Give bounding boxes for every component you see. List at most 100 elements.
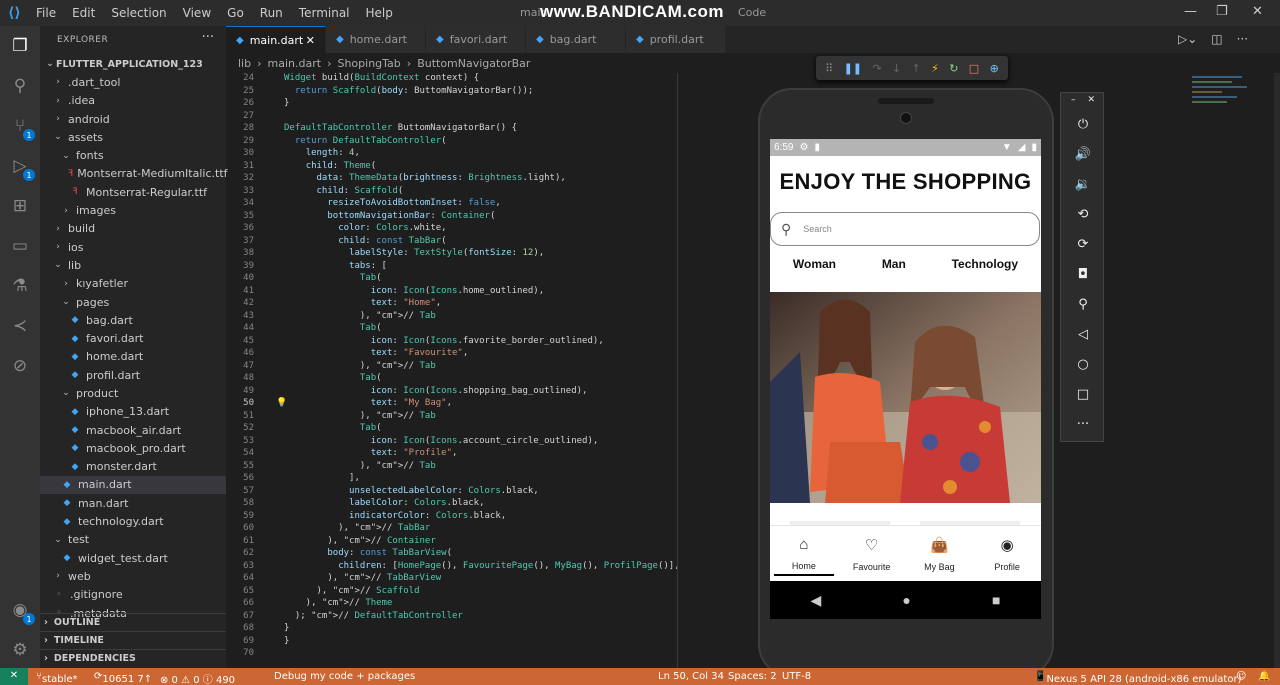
remote-explorer-icon[interactable]: ▭ xyxy=(8,234,32,258)
search-icon[interactable]: ⚲ xyxy=(8,74,32,98)
code-line[interactable]: 52 Tab( xyxy=(226,423,686,436)
code-line[interactable]: 26} xyxy=(226,98,686,111)
code-line[interactable]: 65 ), "cm">// Scaffold xyxy=(226,586,686,599)
code-line[interactable]: 67 ); "cm">// DefaultTabController xyxy=(226,611,686,624)
step-into-icon[interactable]: ↓ xyxy=(892,62,901,75)
code-line[interactable]: 50 text: "My Bag", 💡 xyxy=(226,398,686,411)
step-out-icon[interactable]: ↑ xyxy=(912,62,921,75)
nav-profile[interactable]: ◉ Profile xyxy=(977,528,1037,576)
code-line[interactable]: 66 ), "cm">// Theme xyxy=(226,598,686,611)
remote-icon[interactable]: ✕ xyxy=(0,668,28,685)
tab-bag[interactable]: ◆ bag.dart xyxy=(526,26,626,53)
code-line[interactable]: 54 text: "Profile", xyxy=(226,448,686,461)
overview-nav-icon[interactable]: □ xyxy=(1061,387,1105,402)
code-line[interactable]: 64 ), "cm">// TabBarView xyxy=(226,573,686,586)
code-line[interactable]: 62 body: const TabBarView( xyxy=(226,548,686,561)
code-line[interactable]: 44 Tab( xyxy=(226,323,686,336)
tree-folder[interactable]: › .dart_tool xyxy=(40,73,226,91)
sync-status[interactable]: ⟳ 10651 7↑ xyxy=(94,671,152,685)
recents-icon[interactable]: ■ xyxy=(992,592,1000,608)
code-line[interactable]: 42 text: "Home", xyxy=(226,298,686,311)
encoding-status[interactable]: UTF-8 xyxy=(782,671,811,682)
step-over-icon[interactable]: ↷ xyxy=(872,62,881,75)
code-line[interactable]: 37 child: const TabBar( xyxy=(226,236,686,249)
rotate-right-icon[interactable]: ⟳ xyxy=(1061,237,1105,252)
drag-handle-icon[interactable]: ⠿ xyxy=(825,62,833,75)
code-line[interactable]: 53 icon: Icon(Icons.account_circle_outli… xyxy=(226,436,686,449)
tree-file[interactable]: ◆ macbook_pro.dart xyxy=(40,439,226,457)
code-line[interactable]: 29 return DefaultTabController( xyxy=(226,136,686,149)
nav-my-bag[interactable]: 👜 My Bag xyxy=(909,528,969,576)
code-line[interactable]: 58 labelColor: Colors.black, xyxy=(226,498,686,511)
device-status[interactable]: 📱 Nexus 5 API 28 (android-x86 emulator) xyxy=(1034,671,1241,685)
tab-profil[interactable]: ◆ profil.dart xyxy=(626,26,726,53)
tree-folder[interactable]: ⌄ assets xyxy=(40,128,226,146)
zoom-icon[interactable]: ⚲ xyxy=(1061,297,1105,312)
extensions-icon[interactable]: ⊞ xyxy=(8,194,32,218)
tab-woman[interactable]: Woman xyxy=(793,257,836,277)
code-line[interactable]: 55 ), "cm">// Tab xyxy=(226,461,686,474)
maximize-button[interactable]: ❐ xyxy=(1216,4,1228,19)
tree-folder[interactable]: › images xyxy=(40,201,226,219)
code-line[interactable]: 25 return Scaffold(body: ButtomNavigator… xyxy=(226,86,686,99)
close-window-button[interactable]: ✕ xyxy=(1252,4,1263,19)
settings-gear-icon[interactable]: ⚙ xyxy=(8,638,32,662)
tree-file[interactable]: ꟻ Montserrat-Regular.ttf xyxy=(40,183,226,201)
tree-file[interactable]: ◆ bag.dart xyxy=(40,311,226,329)
dependencies-section[interactable]: › DEPENDENCIES xyxy=(40,649,226,667)
menu-help[interactable]: Help xyxy=(358,6,401,20)
tree-file[interactable]: ◦ .gitignore xyxy=(40,586,226,604)
tab-man[interactable]: Man xyxy=(882,257,906,277)
split-editor-icon[interactable]: ◫ xyxy=(1211,32,1222,46)
breadcrumb-item[interactable]: lib xyxy=(238,57,251,70)
nav-favourite[interactable]: ♡ Favourite xyxy=(842,528,902,576)
tree-folder[interactable]: ⌄ fonts xyxy=(40,146,226,164)
project-root[interactable]: ⌄ FLUTTER_APPLICATION_123 xyxy=(40,55,226,73)
devtools-icon[interactable]: ⊕ xyxy=(990,62,999,75)
code-line[interactable]: 69} xyxy=(226,636,686,649)
menu-go[interactable]: Go xyxy=(219,6,252,20)
fashion-banner-image[interactable] xyxy=(770,292,1041,503)
tree-file[interactable]: ◆ macbook_air.dart xyxy=(40,421,226,439)
git-graph-icon[interactable]: ⊘ xyxy=(8,354,32,378)
timeline-section[interactable]: › TIMELINE xyxy=(40,631,226,649)
tree-folder[interactable]: › ios xyxy=(40,238,226,256)
code-line[interactable]: 41 icon: Icon(Icons.home_outlined), xyxy=(226,286,686,299)
volume-up-icon[interactable]: 🔊 xyxy=(1061,147,1105,162)
tree-folder[interactable]: › .idea xyxy=(40,92,226,110)
code-line[interactable]: 46 text: "Favourite", xyxy=(226,348,686,361)
flutter-icon[interactable]: ≺ xyxy=(8,314,32,338)
code-line[interactable]: 70 xyxy=(226,648,686,661)
menu-view[interactable]: View xyxy=(175,6,219,20)
stop-icon[interactable]: □ xyxy=(969,62,979,75)
testing-icon[interactable]: ⚗ xyxy=(8,274,32,298)
code-line[interactable]: 68} xyxy=(226,623,686,636)
code-line[interactable]: 33 child: Scaffold( xyxy=(226,186,686,199)
minimize-button[interactable]: — xyxy=(1184,4,1197,19)
tab-home[interactable]: ◆ home.dart xyxy=(326,26,426,53)
tree-file[interactable]: ◆ widget_test.dart xyxy=(40,549,226,567)
tree-file[interactable]: ◆ iphone_13.dart xyxy=(40,403,226,421)
code-line[interactable]: 49 icon: Icon(Icons.shopping_bag_outline… xyxy=(226,386,686,399)
emulator-close-button[interactable]: ✕ xyxy=(1061,95,1105,105)
code-line[interactable]: 34 resizeToAvoidBottomInset: false, xyxy=(226,198,686,211)
menu-file[interactable]: File xyxy=(28,6,64,20)
code-line[interactable]: 51 ), "cm">// Tab xyxy=(226,411,686,424)
breadcrumb-item[interactable]: main.dart xyxy=(268,57,322,70)
tree-file[interactable]: ◆ man.dart xyxy=(40,494,226,512)
restart-icon[interactable]: ↻ xyxy=(949,62,958,75)
explorer-icon[interactable]: ❐ xyxy=(8,34,32,58)
code-line[interactable]: 47 ), "cm">// Tab xyxy=(226,361,686,374)
home-nav-icon[interactable]: ○ xyxy=(1061,357,1105,372)
tree-folder[interactable]: ⌄ lib xyxy=(40,256,226,274)
code-line[interactable]: 32 data: ThemeData(brightness: Brightnes… xyxy=(226,173,686,186)
tree-file[interactable]: ◆ home.dart xyxy=(40,348,226,366)
breadcrumb-item[interactable]: ButtomNavigatorBar xyxy=(417,57,530,70)
code-line[interactable]: 63 children: [HomePage(), FavouritePage(… xyxy=(226,561,686,574)
more-actions-icon[interactable]: ··· xyxy=(202,30,214,45)
lightbulb-icon[interactable]: 💡 xyxy=(276,398,287,408)
tree-file[interactable]: ◆ profil.dart xyxy=(40,366,226,384)
volume-down-icon[interactable]: 🔉 xyxy=(1061,177,1105,192)
code-line[interactable]: 39 tabs: [ xyxy=(226,261,686,274)
code-line[interactable]: 56 ], xyxy=(226,473,686,486)
